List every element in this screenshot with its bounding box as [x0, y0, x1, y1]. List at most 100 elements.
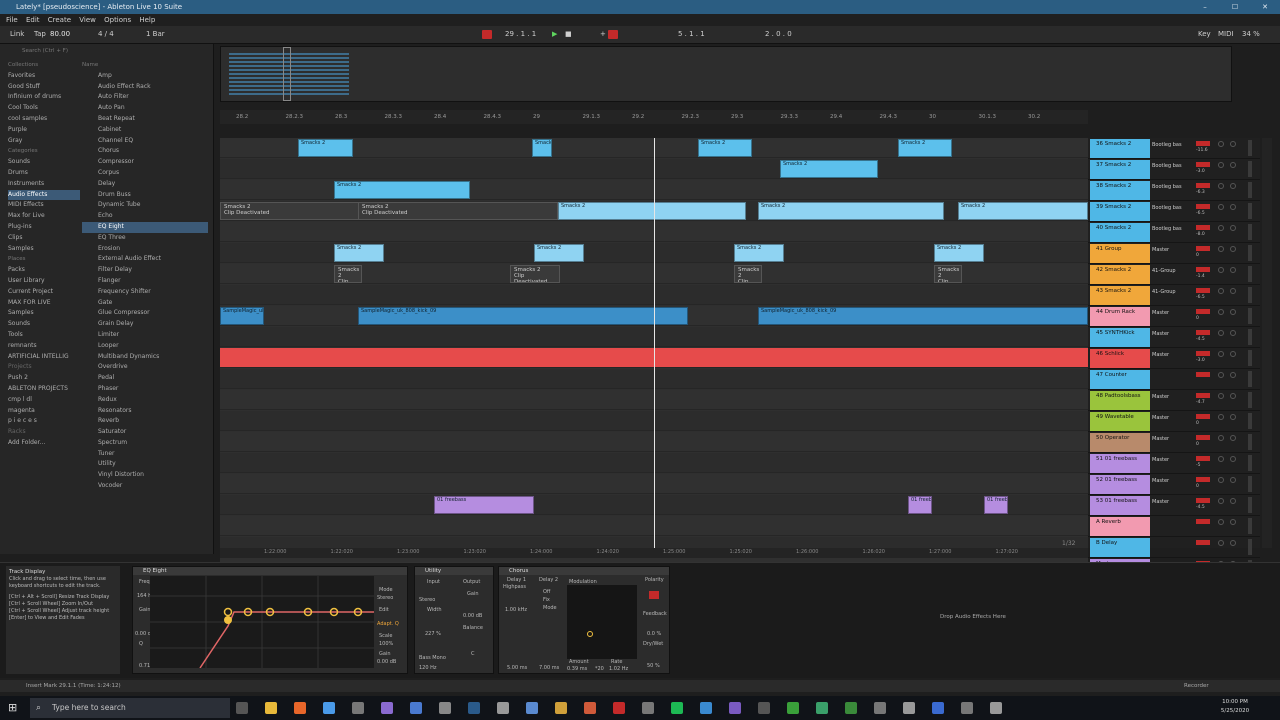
place-item[interactable]: ARTIFICIAL INTELLIG: [8, 352, 80, 363]
arrangement-clip[interactable]: Smacks 2: [758, 202, 944, 220]
arrangement-clip[interactable]: SampleMagic_uk_808_kick_09: [358, 307, 688, 325]
mixer-track[interactable]: 49 Wavetable Master 0: [1088, 411, 1260, 432]
solo-icon[interactable]: [1218, 372, 1224, 378]
solo-icon[interactable]: [1218, 309, 1224, 315]
solo-icon[interactable]: [1218, 393, 1224, 399]
arm-icon[interactable]: [1230, 519, 1236, 525]
browser-item[interactable]: Audio Effect Rack: [82, 82, 208, 93]
browser-item[interactable]: Corpus: [82, 168, 208, 179]
arm-icon[interactable]: [1230, 246, 1236, 252]
browser-item[interactable]: Erosion: [82, 244, 208, 255]
track-name[interactable]: 39 Smacks 2: [1090, 202, 1150, 221]
chorus-delay2-time[interactable]: 7.00 ms: [539, 665, 559, 671]
solo-icon[interactable]: [1218, 477, 1224, 483]
solo-icon[interactable]: [1218, 456, 1224, 462]
browser-item[interactable]: Gate: [82, 298, 208, 309]
key-map-button[interactable]: Key: [1198, 30, 1211, 38]
mixer-track[interactable]: 44 Drum Rack Master 0: [1088, 306, 1260, 327]
mixer-track[interactable]: 41 Group Master 0: [1088, 243, 1260, 264]
collection-item[interactable]: Purple: [8, 125, 80, 136]
track-output-routing[interactable]: Master: [1152, 415, 1169, 421]
track-output-routing[interactable]: Master: [1152, 352, 1169, 358]
app-icon[interactable]: [816, 702, 828, 714]
arm-icon[interactable]: [1230, 372, 1236, 378]
track-output-routing[interactable]: Master: [1152, 478, 1169, 484]
place-item[interactable]: p i e c e s: [8, 416, 80, 427]
track-output-routing[interactable]: Master: [1152, 310, 1169, 316]
arrangement-clip[interactable]: Smacks 2: [532, 139, 552, 157]
loop-start[interactable]: 5 . 1 . 1: [678, 30, 705, 38]
category-item[interactable]: Samples: [8, 244, 80, 255]
track-activator-icon[interactable]: [1196, 372, 1210, 377]
mixer-track[interactable]: 50 Operator Master 0: [1088, 432, 1260, 453]
track-output-routing[interactable]: Master: [1152, 457, 1169, 463]
track-activator-icon[interactable]: [1196, 267, 1210, 272]
app-icon[interactable]: [990, 702, 1002, 714]
app-icon[interactable]: [439, 702, 451, 714]
solo-icon[interactable]: [1218, 435, 1224, 441]
track-name[interactable]: 52 01 freebass: [1090, 475, 1150, 494]
utility-bass-mono[interactable]: Bass Mono: [419, 655, 446, 661]
app-icon[interactable]: [932, 702, 944, 714]
track-output-routing[interactable]: Bootleg bas: [1152, 163, 1182, 169]
track-output-routing[interactable]: Master: [1152, 247, 1169, 253]
arm-icon[interactable]: [1230, 225, 1236, 231]
eq-output-gain-value[interactable]: 0.00 dB: [377, 659, 396, 665]
eq-scale-value[interactable]: 100%: [379, 641, 393, 647]
arrangement-clip[interactable]: Smacks 2: [780, 160, 878, 178]
menu-options[interactable]: Options: [104, 14, 131, 26]
browser-item[interactable]: External Audio Effect: [82, 254, 208, 265]
track-output-routing[interactable]: 41-Group: [1152, 289, 1176, 295]
browser-item[interactable]: Compressor: [82, 157, 208, 168]
utility-device[interactable]: Utility Input Output Stereo Width 227 % …: [414, 566, 494, 674]
arrangement-clip[interactable]: Smacks 2: [534, 244, 584, 262]
solo-icon[interactable]: [1218, 225, 1224, 231]
track-activator-icon[interactable]: [1196, 309, 1210, 314]
track-name[interactable]: 44 Drum Rack: [1090, 307, 1150, 326]
time-signature[interactable]: 4 / 4: [98, 30, 114, 38]
stop-icon[interactable]: ■: [565, 30, 572, 38]
eq-graph[interactable]: [150, 576, 374, 669]
vertical-scrollbar[interactable]: [1262, 138, 1272, 548]
collection-item[interactable]: Cool Tools: [8, 103, 80, 114]
collection-item[interactable]: Gray: [8, 136, 80, 147]
track-volume[interactable]: 0: [1196, 316, 1199, 321]
solo-icon[interactable]: [1218, 246, 1224, 252]
mixer-track[interactable]: 42 Smacks 2 41-Group -1.4: [1088, 264, 1260, 285]
track-volume[interactable]: -8.0: [1196, 232, 1205, 237]
browser-item[interactable]: Grain Delay: [82, 319, 208, 330]
utility-width-value[interactable]: 227 %: [425, 631, 441, 637]
track-activator-icon[interactable]: [1196, 183, 1210, 188]
app-icon[interactable]: [555, 702, 567, 714]
track-output-routing[interactable]: Master: [1152, 436, 1169, 442]
chorus-amount-value[interactable]: 0.39 ms: [567, 666, 587, 672]
mixer-track[interactable]: 51 01 freebass Master -5: [1088, 453, 1260, 474]
arrangement-clip[interactable]: Smacks 2: [734, 244, 784, 262]
browser-name-header[interactable]: Name: [82, 60, 208, 71]
track-name[interactable]: 46 Schlick: [1090, 349, 1150, 368]
arm-icon[interactable]: [1230, 309, 1236, 315]
track-volume[interactable]: 0: [1196, 484, 1199, 489]
track-output-routing[interactable]: Bootleg bas: [1152, 205, 1182, 211]
arm-icon[interactable]: [1230, 498, 1236, 504]
mixer-track[interactable]: 36 Smacks 2 Bootleg bas -11.6: [1088, 138, 1260, 159]
track-output-routing[interactable]: Master: [1152, 499, 1169, 505]
browser-item[interactable]: Filter Delay: [82, 265, 208, 276]
task-view-icon[interactable]: [236, 702, 248, 714]
menu-help[interactable]: Help: [139, 14, 155, 26]
play-icon[interactable]: ▶: [552, 30, 557, 38]
solo-icon[interactable]: [1218, 540, 1224, 546]
solo-icon[interactable]: [1218, 351, 1224, 357]
track-name[interactable]: 38 Smacks 2: [1090, 181, 1150, 200]
solo-icon[interactable]: [1218, 204, 1224, 210]
record-icon[interactable]: [608, 30, 618, 39]
app-icon[interactable]: [961, 702, 973, 714]
arrangement-clip[interactable]: Smacks 2: [558, 202, 746, 220]
browser-item[interactable]: Chorus: [82, 146, 208, 157]
arrangement-clip[interactable]: Smacks 2: [934, 244, 984, 262]
solo-icon[interactable]: [1218, 330, 1224, 336]
utility-balance-value[interactable]: C: [471, 651, 475, 657]
chorus-drywet-value[interactable]: 50 %: [647, 663, 660, 669]
menu-edit[interactable]: Edit: [26, 14, 40, 26]
browser-item[interactable]: EQ Three: [82, 233, 208, 244]
